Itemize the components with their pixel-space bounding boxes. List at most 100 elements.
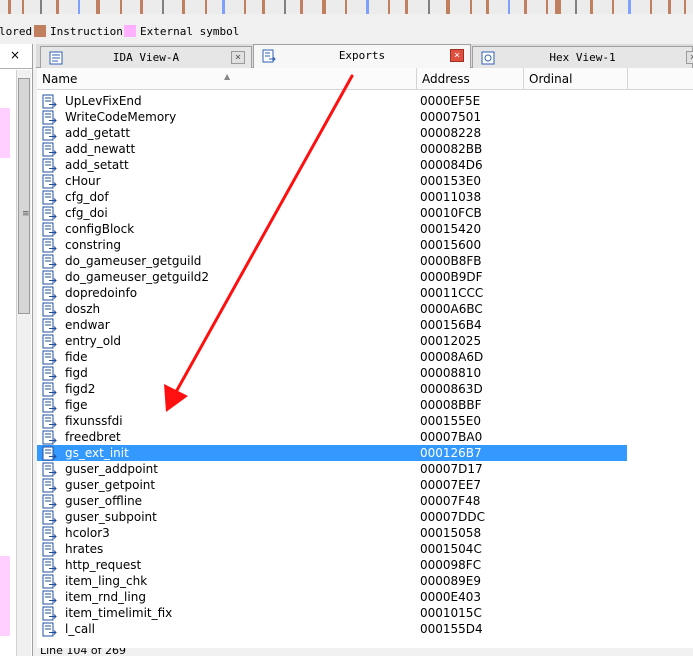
export-name: http_request bbox=[65, 558, 142, 572]
table-row[interactable]: fige 00008BBF bbox=[37, 397, 627, 413]
export-function-icon bbox=[42, 462, 57, 477]
table-row[interactable]: constring 00015600 bbox=[37, 237, 627, 253]
export-function-icon bbox=[42, 494, 57, 509]
table-row[interactable]: guser_subpoint 00007DDC bbox=[37, 509, 627, 525]
table-row[interactable]: doszh 0000A6BC bbox=[37, 301, 627, 317]
table-row[interactable]: configBlock 00015420 bbox=[37, 221, 627, 237]
export-address: 0000E403 bbox=[420, 590, 482, 604]
table-row[interactable]: fide 00008A6D bbox=[37, 349, 627, 365]
export-function-icon bbox=[42, 382, 57, 397]
legend-item-external-symbol: External symbol bbox=[124, 22, 239, 40]
export-name: l_call bbox=[65, 622, 95, 636]
export-name: freedbret bbox=[65, 430, 121, 444]
table-row[interactable]: cHour 000153E0 bbox=[37, 173, 627, 189]
table-row[interactable]: endwar 000156B4 bbox=[37, 317, 627, 333]
table-row[interactable]: add_getatt 00008228 bbox=[37, 125, 627, 141]
table-row[interactable]: item_timelimit_fix 0001015C bbox=[37, 605, 627, 621]
export-address: 00008228 bbox=[420, 126, 482, 140]
nav-band-segment bbox=[470, 0, 472, 14]
left-panel-scrollbar[interactable]: ≡ bbox=[16, 70, 31, 656]
nav-band-segment bbox=[668, 0, 671, 14]
export-function-icon bbox=[42, 558, 57, 573]
table-row[interactable]: dopredoinfo 00011CCC bbox=[37, 285, 627, 301]
export-name: doszh bbox=[65, 302, 101, 316]
tab-ida-view-a[interactable]: IDA View-A × bbox=[40, 46, 252, 68]
export-address: 00008BBF bbox=[420, 398, 482, 412]
export-name: do_gameuser_getguild bbox=[65, 254, 202, 268]
ida-window: lored Instruction External symbol × ≡ ID… bbox=[0, 0, 693, 656]
close-icon[interactable]: × bbox=[686, 51, 693, 64]
close-icon[interactable]: × bbox=[10, 48, 20, 62]
export-address: 0000863D bbox=[420, 382, 483, 396]
table-row[interactable]: figd2 0000863D bbox=[37, 381, 627, 397]
export-function-icon bbox=[42, 334, 57, 349]
export-function-icon bbox=[42, 446, 57, 461]
export-address: 00007EE7 bbox=[420, 478, 481, 492]
tab-hex-view-1[interactable]: Hex View-1 × bbox=[472, 46, 693, 68]
column-header-address[interactable]: Address bbox=[417, 68, 524, 90]
export-address: 00007F48 bbox=[420, 494, 481, 508]
table-header: Name ▲ Address Ordinal bbox=[37, 68, 693, 90]
export-address: 00012025 bbox=[420, 334, 482, 348]
export-address: 000153E0 bbox=[420, 174, 482, 188]
tab-exports[interactable]: Exports × bbox=[253, 44, 471, 69]
nav-band-segment bbox=[120, 0, 122, 14]
table-row[interactable]: guser_offline 00007F48 bbox=[37, 493, 627, 509]
nav-band-segment bbox=[40, 0, 42, 14]
table-row[interactable]: add_setatt 000084D6 bbox=[37, 157, 627, 173]
export-name: entry_old bbox=[65, 334, 122, 348]
scrollbar-thumb[interactable]: ≡ bbox=[18, 78, 30, 314]
export-address: 000155D4 bbox=[420, 622, 483, 636]
close-icon[interactable]: × bbox=[231, 51, 245, 64]
exports-icon bbox=[262, 49, 276, 63]
external-symbol-swatch bbox=[124, 25, 136, 37]
export-address: 000082BB bbox=[420, 142, 483, 156]
table-row[interactable]: freedbret 00007BA0 bbox=[37, 429, 627, 445]
export-address: 0001015C bbox=[420, 606, 482, 620]
export-address: 00007D17 bbox=[420, 462, 483, 476]
nav-band-segment bbox=[366, 0, 369, 14]
table-row[interactable]: UpLevFixEnd 0000EF5E bbox=[37, 93, 627, 109]
nav-band-segment bbox=[182, 0, 185, 14]
export-address: 0000EF5E bbox=[420, 94, 481, 108]
legend-label: External symbol bbox=[140, 24, 240, 38]
nav-band-segment bbox=[650, 0, 652, 14]
export-name: fige bbox=[65, 398, 88, 412]
nav-band-segment bbox=[78, 0, 80, 14]
nav-band-segment bbox=[8, 0, 11, 14]
nav-band-segment bbox=[684, 0, 686, 14]
column-header-name[interactable]: Name ▲ bbox=[37, 68, 417, 90]
legend-item-instruction: Instruction bbox=[34, 22, 123, 40]
table-row[interactable]: http_request 000098FC bbox=[37, 557, 627, 573]
table-row[interactable]: figd 00008810 bbox=[37, 365, 627, 381]
column-header-ordinal[interactable]: Ordinal bbox=[524, 68, 628, 90]
table-row[interactable]: cfg_dof 00011038 bbox=[37, 189, 627, 205]
export-function-icon bbox=[42, 366, 57, 381]
table-row[interactable]: item_ling_chk 000089E9 bbox=[37, 573, 627, 589]
table-row[interactable]: WriteCodeMemory 00007501 bbox=[37, 109, 627, 125]
export-function-icon bbox=[42, 158, 57, 173]
export-address: 000084D6 bbox=[420, 158, 483, 172]
table-row[interactable]: guser_addpoint 00007D17 bbox=[37, 461, 627, 477]
table-row[interactable]: do_gameuser_getguild2 0000B9DF bbox=[37, 269, 627, 285]
close-icon[interactable]: × bbox=[450, 49, 464, 62]
table-row[interactable]: cfg_doi 00010FCB bbox=[37, 205, 627, 221]
tab-label: Hex View-1 bbox=[549, 51, 616, 64]
export-function-icon bbox=[42, 526, 57, 541]
table-row[interactable]: fixunssfdi 000155E0 bbox=[37, 413, 627, 429]
export-name: item_timelimit_fix bbox=[65, 606, 173, 620]
export-name: configBlock bbox=[65, 222, 135, 236]
table-row[interactable]: item_rnd_ling 0000E403 bbox=[37, 589, 627, 605]
table-row-selected[interactable]: gs_ext_init 000126B7 bbox=[37, 445, 627, 461]
table-row[interactable]: add_newatt 000082BB bbox=[37, 141, 627, 157]
export-function-icon bbox=[42, 590, 57, 605]
navigation-band[interactable] bbox=[0, 0, 693, 14]
export-address: 000098FC bbox=[420, 558, 482, 572]
table-row[interactable]: l_call 000155D4 bbox=[37, 621, 627, 637]
table-row[interactable]: entry_old 00012025 bbox=[37, 333, 627, 349]
table-row[interactable]: hcolor3 00015058 bbox=[37, 525, 627, 541]
table-row[interactable]: hrates 0001504C bbox=[37, 541, 627, 557]
column-header-label: Ordinal bbox=[529, 72, 573, 86]
table-row[interactable]: do_gameuser_getguild 0000B8FB bbox=[37, 253, 627, 269]
table-row[interactable]: guser_getpoint 00007EE7 bbox=[37, 477, 627, 493]
